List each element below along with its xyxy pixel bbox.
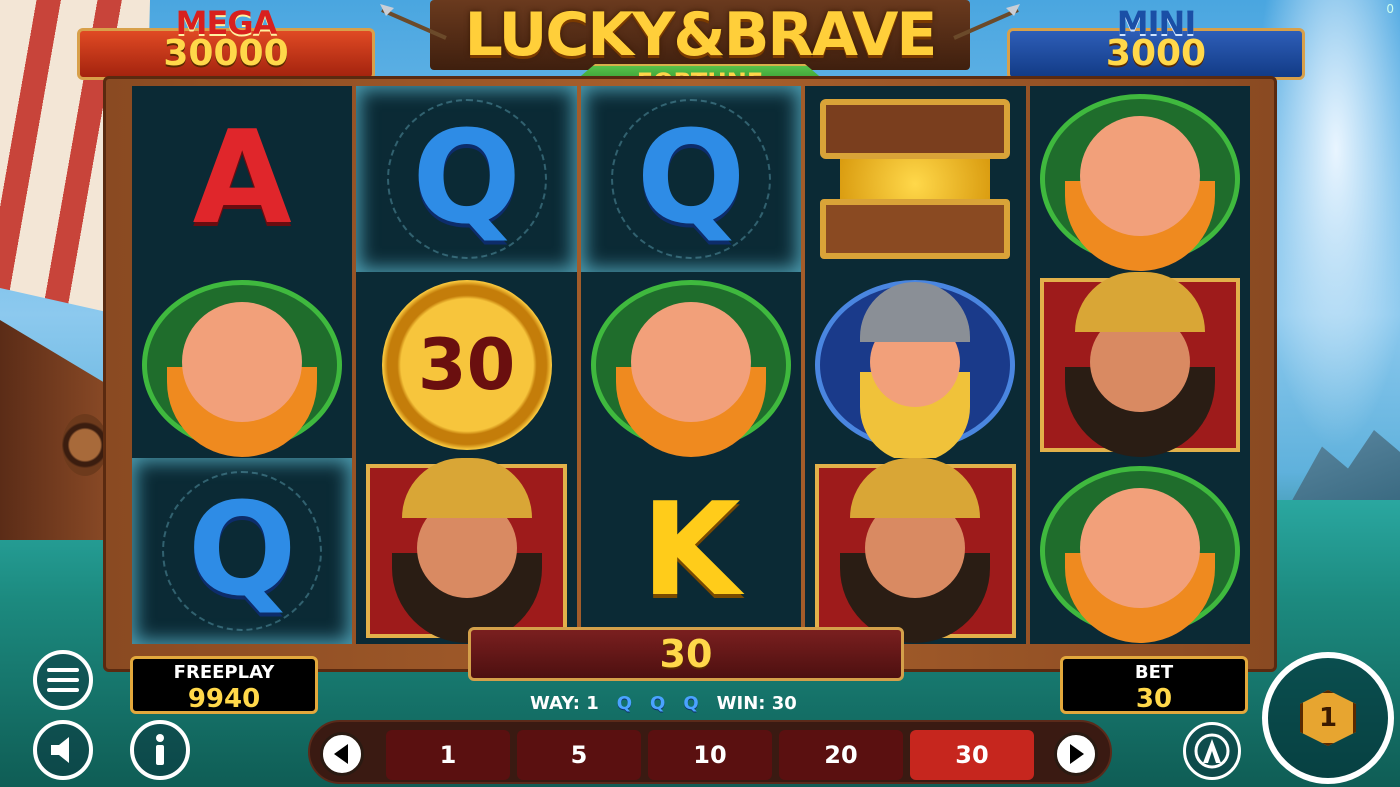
spin-icon: 1 [1300, 690, 1356, 746]
info-icon [156, 734, 164, 765]
freeplay-value: 9940 [187, 684, 261, 714]
rune-circle [386, 99, 547, 259]
bet-label: BET [1134, 662, 1174, 683]
reel-4 [805, 86, 1026, 644]
viking-face [182, 302, 303, 422]
rune-circle [162, 471, 323, 631]
mega-jackpot: 30000 MEGA [77, 4, 375, 82]
bet-option[interactable]: 5 [517, 730, 641, 780]
freeplay-panel: FREEPLAY 9940 [130, 656, 318, 714]
viking-face [631, 302, 752, 422]
bet-prev-button[interactable] [320, 732, 364, 776]
win-label: WIN: 30 [716, 692, 797, 714]
mini-jackpot: 3000 MINI [1007, 4, 1305, 82]
chevron-right-icon [1070, 744, 1084, 764]
reel-cell [356, 458, 576, 644]
reel-cell: Q [581, 86, 801, 272]
reel-cell [132, 272, 352, 458]
bet-next-button[interactable] [1054, 732, 1098, 776]
info-button[interactable] [130, 720, 190, 780]
reel-cell: Q [356, 86, 576, 272]
reel-2: Q 30 [356, 86, 577, 644]
bet-option[interactable]: 1 [386, 730, 510, 780]
bet-option[interactable]: 20 [779, 730, 903, 780]
coin-symbol: 30 [381, 280, 552, 450]
mini-jackpot-label: MINI [1116, 4, 1196, 42]
reel-cell [581, 272, 801, 458]
way-symbol: Q [683, 692, 699, 714]
reel-cell: K [581, 458, 801, 644]
reel-3: Q K [580, 86, 802, 644]
mega-jackpot-label: MEGA [175, 4, 278, 42]
reel-cell [805, 272, 1025, 458]
reel-cell: Q [132, 458, 352, 644]
way-label: WAY: 1 [530, 692, 599, 714]
autoplay-icon [1194, 733, 1230, 769]
symbol-a: A [192, 104, 292, 253]
treasure-chest-symbol [820, 99, 1011, 259]
way-info: WAY: 1 Q Q Q WIN: 30 [530, 690, 870, 716]
reel-cell: 30 [356, 272, 576, 458]
viking-face [1079, 488, 1200, 608]
symbol-k: K [641, 476, 741, 625]
corner-counter: 0 [1386, 2, 1394, 16]
logo-title: LUCKY&BRAVE [464, 0, 938, 70]
autoplay-button[interactable] [1183, 722, 1241, 780]
reel-cell [1030, 272, 1250, 458]
win-display: 30 [468, 627, 904, 681]
bet-panel: BET 30 [1060, 656, 1248, 714]
chevron-left-icon [334, 744, 348, 764]
spin-button[interactable]: 1 [1262, 652, 1394, 784]
viking-face [1079, 116, 1200, 236]
way-symbol: Q [616, 692, 633, 714]
bet-value: 30 [1135, 684, 1173, 714]
rune-circle [611, 99, 772, 259]
bet-option[interactable]: 10 [648, 730, 772, 780]
speaker-icon [51, 737, 69, 763]
reel-cell [1030, 86, 1250, 272]
menu-button[interactable] [33, 650, 93, 710]
bet-selector: 1 5 10 20 30 [308, 720, 1112, 784]
hamburger-menu-icon [47, 668, 79, 692]
reel-cell: A [132, 86, 352, 272]
reels-grid: A Q Q 30 Q K [132, 86, 1251, 644]
reel-cell [805, 458, 1025, 644]
bet-option-selected[interactable]: 30 [910, 730, 1034, 780]
reel-1: A Q [132, 86, 353, 644]
freeplay-label: FREEPLAY [173, 662, 275, 683]
reel-cell [805, 86, 1025, 272]
reel-5 [1029, 86, 1251, 644]
way-symbol: Q [650, 692, 666, 714]
sound-button[interactable] [33, 720, 93, 780]
reel-cell [1030, 458, 1250, 644]
ship-shield-decoration [62, 414, 108, 476]
